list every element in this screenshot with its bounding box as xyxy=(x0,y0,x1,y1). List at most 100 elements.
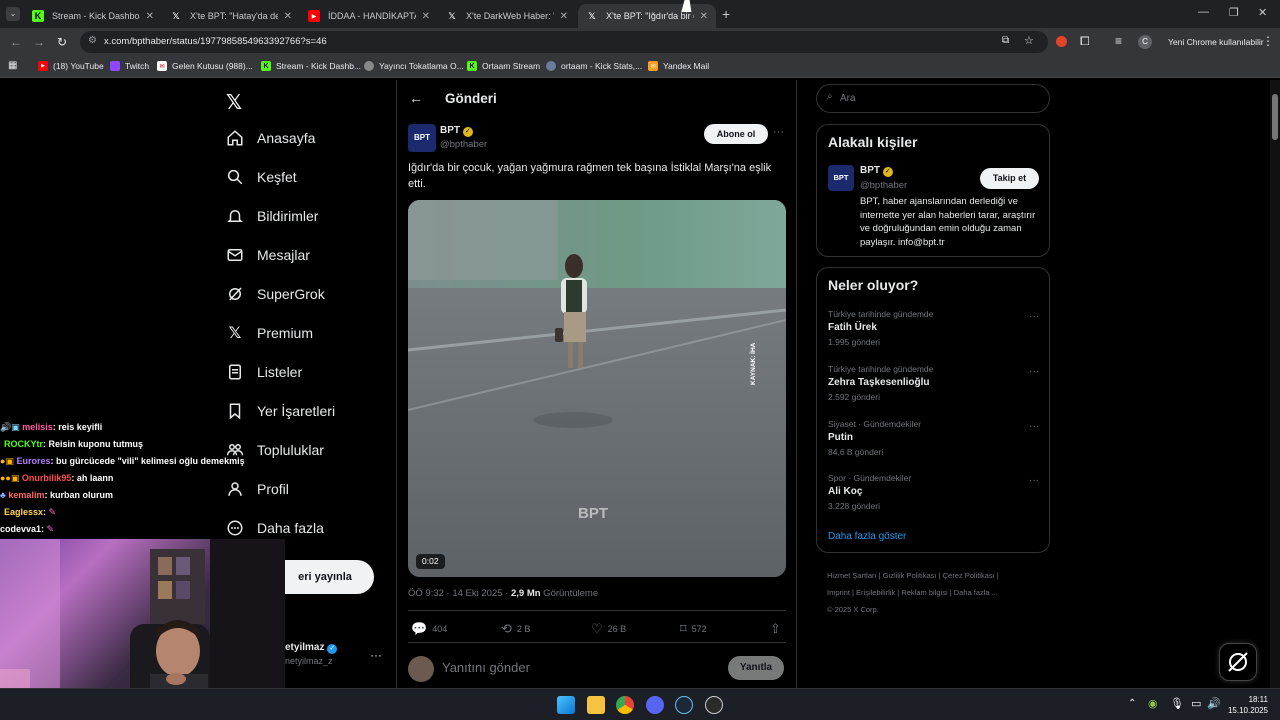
close-tab-icon[interactable]: ✕ xyxy=(560,11,568,22)
nav-explore[interactable]: Keşfet xyxy=(226,168,297,186)
author-name[interactable]: BPT ✓ xyxy=(440,125,473,137)
footer-link[interactable]: Hizmet Şartları xyxy=(827,571,877,580)
close-tab-icon[interactable]: ✕ xyxy=(422,11,430,22)
tray-chevron-icon[interactable]: ⌃ xyxy=(1128,698,1136,709)
nav-bookmarks[interactable]: Yer İşaretleri xyxy=(226,402,335,420)
x-logo-icon[interactable]: 𝕏 xyxy=(226,90,242,115)
nav-notifications[interactable]: Bildirimler xyxy=(226,207,318,225)
footer-link[interactable]: Reklam bilgisi xyxy=(901,588,947,597)
new-tab-button[interactable]: + xyxy=(722,6,730,22)
relevant-name[interactable]: BPT ✓ xyxy=(860,165,893,177)
relevant-avatar[interactable]: BPT xyxy=(828,165,854,191)
nav-premium[interactable]: 𝕏 Premium xyxy=(226,324,313,342)
follow-button[interactable]: Takip et xyxy=(980,168,1039,189)
bookmark-star-icon[interactable]: ☆ xyxy=(1024,34,1034,47)
browser-tab-darkweb[interactable]: 𝕏 X'te DarkWeb Haber: "İst ✕ xyxy=(438,4,576,28)
repost-action[interactable]: ⟲ 2 B xyxy=(501,621,530,637)
bookmark-youtube[interactable]: ▶ (18) YouTube xyxy=(38,61,104,71)
footer-link[interactable]: Daha fazla ... xyxy=(954,588,998,597)
close-tab-icon[interactable]: ✕ xyxy=(146,11,154,22)
forward-icon[interactable]: → xyxy=(33,35,45,49)
post-more-icon[interactable]: ··· xyxy=(773,126,784,138)
trend-item[interactable]: Türkiye tarihinde gündemde Zehra Taşkese… xyxy=(828,364,1040,402)
back-arrow-icon[interactable]: ← xyxy=(409,90,423,106)
nav-supergrok[interactable]: SuperGrok xyxy=(226,285,325,303)
footer-link[interactable]: Çerez Politikası xyxy=(943,571,995,580)
steam-icon[interactable] xyxy=(675,696,693,714)
footer-link[interactable]: Erişilebilirlik xyxy=(856,588,895,597)
like-action[interactable]: ♡ 26 B xyxy=(591,621,626,637)
grok-floating-button[interactable] xyxy=(1219,643,1257,681)
address-bar[interactable]: ⚙ x.com/bpthaber/status/1977985854963392… xyxy=(80,31,1048,53)
taskbar-clock[interactable]: 18:11 15.10.2025 xyxy=(1228,694,1268,716)
close-window-icon[interactable]: ✕ xyxy=(1258,6,1267,19)
chrome-update-button[interactable]: Yeni Chrome kullanılabilir xyxy=(1160,32,1272,52)
tray-app-icon[interactable]: ◉ xyxy=(1148,697,1158,710)
trend-more-icon[interactable]: ··· xyxy=(1029,366,1039,377)
install-app-icon[interactable]: ⧉ xyxy=(1002,35,1009,46)
windows-start-icon[interactable] xyxy=(557,696,575,714)
post-video[interactable]: KAYNAK: İHA BPT 0:02 xyxy=(408,200,786,577)
extensions-icon[interactable]: ⧠ xyxy=(1080,34,1090,49)
share-action[interactable]: ⇧ xyxy=(770,621,786,637)
trend-more-icon[interactable]: ··· xyxy=(1029,475,1039,486)
reply-input[interactable]: Yanıtını gönder xyxy=(442,660,530,675)
minimize-icon[interactable]: — xyxy=(1198,6,1209,18)
browser-tab-bpt-igdir[interactable]: 𝕏 X'te BPT: "Iğdır'da bir ço ✕ xyxy=(578,4,716,28)
file-explorer-icon[interactable] xyxy=(587,696,605,714)
obs-icon[interactable] xyxy=(705,696,723,714)
trend-more-icon[interactable]: ··· xyxy=(1029,421,1039,432)
reply-button[interactable]: Yanıtla xyxy=(728,656,784,680)
nav-home[interactable]: Anasayfa xyxy=(226,129,315,147)
tab-search-icon[interactable]: ⌄ xyxy=(6,7,20,21)
bookmark-yandex[interactable]: ✉ Yandex Mail xyxy=(648,61,709,71)
discord-icon[interactable] xyxy=(646,696,664,714)
page-scrollbar[interactable] xyxy=(1270,80,1280,688)
reload-icon[interactable]: ↻ xyxy=(57,35,67,49)
site-info-icon[interactable]: ⚙ xyxy=(88,35,97,46)
close-tab-icon[interactable]: ✕ xyxy=(284,11,292,22)
nav-messages[interactable]: Mesajlar xyxy=(226,246,310,264)
network-icon[interactable]: ▭ xyxy=(1191,697,1201,710)
bookmark-twitch[interactable]: Twitch xyxy=(110,61,149,71)
back-icon[interactable]: ← xyxy=(10,35,22,49)
close-tab-icon[interactable]: ✕ xyxy=(700,11,708,22)
profile-avatar[interactable]: C xyxy=(1138,35,1152,49)
microphone-icon[interactable]: 🎙 xyxy=(1170,697,1184,710)
apps-grid-icon[interactable]: ▦ xyxy=(8,60,17,71)
volume-icon[interactable]: 🔊 xyxy=(1207,697,1221,710)
trend-item[interactable]: Türkiye tarihinde gündemde Fatih Ürek 1.… xyxy=(828,309,1040,347)
bookmark-tokatlama[interactable]: Yayıncı Tokatlama O... xyxy=(364,61,464,71)
nav-more[interactable]: Daha fazla xyxy=(226,519,324,537)
trend-item[interactable]: Spor · Gündemdekiler Ali Koç 3.228 gönde… xyxy=(828,473,1040,511)
author-handle: @bpthaber xyxy=(440,139,488,150)
bookmark-mail[interactable]: ✉ Gelen Kutusu (988)... xyxy=(157,61,253,71)
media-controls-icon[interactable]: ≡ xyxy=(1115,34,1122,48)
bookmark-action[interactable]: ⌑ 572 xyxy=(680,621,707,637)
bookmark-kick-stats[interactable]: ortaam - Kick Stats,... xyxy=(546,61,642,71)
windows-taskbar: ⌃ ◉ 🎙 ▭ 🔊 18:11 15.10.2025 xyxy=(0,688,1280,720)
chrome-icon[interactable] xyxy=(616,696,634,714)
scrollbar-thumb[interactable] xyxy=(1272,94,1278,140)
footer-link[interactable]: Gizlilik Politikası xyxy=(883,571,937,580)
subscribe-button[interactable]: Abone ol xyxy=(704,124,768,144)
reply-action[interactable]: 💬 404 xyxy=(411,621,447,637)
author-avatar[interactable]: BPT xyxy=(408,124,436,152)
search-input[interactable]: ⌕ Ara xyxy=(816,84,1050,113)
account-more-icon[interactable]: ··· xyxy=(370,648,382,662)
trend-item[interactable]: Siyaset · Gündemdekiler Putin 84,6 B gön… xyxy=(828,419,1040,457)
extension-red-icon[interactable] xyxy=(1056,36,1067,47)
browser-tab-iddaa[interactable]: ▶ İDDAA - HANDİKAPTAN K ✕ xyxy=(300,4,438,28)
bookmark-ortaam-stream[interactable]: K Ortaam Stream xyxy=(467,61,540,71)
show-more-link[interactable]: Daha fazla göster xyxy=(828,531,906,542)
browser-tab-bpt-hatay[interactable]: 𝕏 X'te BPT: "Hatay'da depre ✕ xyxy=(162,4,300,28)
trend-more-icon[interactable]: ··· xyxy=(1029,311,1039,322)
nav-lists[interactable]: Listeler xyxy=(226,363,302,381)
nav-profile[interactable]: Profil xyxy=(226,480,289,498)
chrome-menu-icon[interactable]: ⋮ xyxy=(1262,34,1274,48)
browser-tab-kick[interactable]: K Stream - Kick Dashboard ✕ xyxy=(24,4,162,28)
maximize-icon[interactable]: ❐ xyxy=(1229,6,1239,19)
account-switcher[interactable]: etyilmaz ✓ netyilmaz_z ··· xyxy=(285,642,385,676)
bookmark-kick-dashboard[interactable]: K Stream - Kick Dashb... xyxy=(261,61,361,71)
footer-link[interactable]: Imprint xyxy=(827,588,850,597)
